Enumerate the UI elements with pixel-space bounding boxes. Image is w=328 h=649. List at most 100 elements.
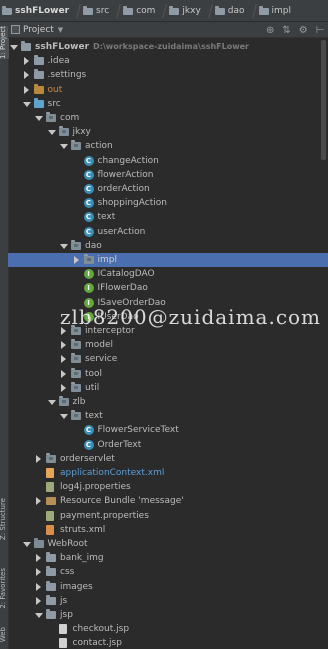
folder-icon [214,5,225,15]
tree-item-text: changeAction [97,155,159,166]
tree-item-text: jsp [60,610,73,620]
collapse-arrow-icon[interactable] [73,256,79,264]
collapse-arrow-icon[interactable] [61,341,66,350]
tree-row[interactable]: log4j.properties [8,480,328,494]
expand-arrow-icon[interactable] [60,243,68,249]
tree-row[interactable]: WebRoot [8,537,328,551]
expand-arrow-icon[interactable] [47,130,56,136]
collapse-arrow-icon[interactable] [36,554,41,563]
tree-row[interactable]: impl [8,253,328,267]
tree-row[interactable]: CshoppingAction [8,196,328,210]
tree-row[interactable]: applicationContext.xml [8,466,328,480]
tree-row[interactable]: orderservlet [8,452,328,466]
tree-item-label: text [98,210,116,224]
collapse-arrow-icon[interactable] [36,568,41,577]
tree-row[interactable]: jkxy [8,125,328,139]
tree-item-text: contact.jsp [72,638,122,649]
expand-arrow-icon[interactable] [35,613,43,618]
tree-row[interactable]: jsp [8,608,328,622]
expand-arrow-icon[interactable] [35,116,43,121]
project-view-title[interactable]: Project [23,25,54,35]
collapse-arrow-icon[interactable] [61,327,66,335]
tree-row[interactable]: bank_img [8,551,328,565]
tree-scrollbar[interactable] [321,40,326,160]
tree-item-text: src [47,98,61,109]
tree-row[interactable]: CuserAction [8,225,328,239]
breadcrumb-item[interactable]: jkxy [169,5,201,16]
tree-row[interactable]: I IFlowerDao [8,281,328,295]
tree-row[interactable]: out [8,83,328,97]
collapse-arrow-icon[interactable] [36,596,41,605]
class-icon: C [83,226,94,237]
tree-item-label: changeAction [98,154,159,168]
collapse-arrow-icon[interactable] [61,383,66,392]
tree-row[interactable]: com [8,111,328,125]
tree-row[interactable]: text [8,409,328,423]
tree-row[interactable]: util [8,381,328,395]
collapse-arrow-icon[interactable] [36,497,41,506]
tree-row[interactable]: zlb [8,395,328,409]
breadcrumb-item[interactable]: com [123,5,155,16]
settings-icon[interactable]: ⇅ [282,25,290,36]
tree-row[interactable]: I ISaveOrderDao [8,296,328,310]
tree-row[interactable]: struts.xml [8,523,328,537]
expand-arrow-icon[interactable] [22,542,31,547]
tree-row[interactable]: model [8,338,328,352]
tree-row[interactable]: CflowerAction [8,168,328,182]
breadcrumb-item[interactable]: impl [258,5,291,16]
view-dropdown-icon[interactable]: ▼ [58,26,63,34]
tree-row[interactable]: .settings [8,68,328,82]
tree-row[interactable]: CorderAction [8,182,328,196]
tree-row[interactable]: sshFLower D:\workspace-zuidaima\sshFLower [8,40,328,54]
expand-arrow-icon[interactable] [60,144,68,150]
tree-row[interactable]: Ctext [8,210,328,224]
breadcrumb-item[interactable]: src [83,5,109,16]
hide-icon[interactable]: ⊢ [316,25,325,36]
gear-icon[interactable]: ⚙ [299,25,308,36]
project-tree[interactable]: sshFLower D:\workspace-zuidaima\sshFLower… [8,38,328,649]
tree-row[interactable]: contact.jsp [8,636,328,649]
interface-icon: I [83,297,94,308]
tree-item-label: ICatalogDAO [98,267,155,281]
tree-item-label: shoppingAction [98,196,167,210]
breadcrumb-item[interactable]: sshFLower [2,5,69,16]
collapse-arrow-icon[interactable] [23,57,29,66]
package-icon [71,353,81,364]
tree-row[interactable]: interceptor [8,324,328,338]
expand-arrow-icon[interactable] [60,414,68,420]
tree-row[interactable]: I ICatalogDAO [8,267,328,281]
collapse-arrow-icon[interactable] [23,71,29,80]
tree-row[interactable]: checkout.jsp [8,622,328,636]
collapse-arrow-icon[interactable] [23,85,29,94]
expand-arrow-icon[interactable] [47,400,56,405]
tree-item-text: .idea [47,56,70,67]
tree-row[interactable]: js [8,594,328,608]
tree-row[interactable]: C FlowerServiceText [8,423,328,437]
tree-row[interactable]: I IUserDao [8,310,328,324]
tree-row[interactable]: .idea [8,54,328,68]
tree-row[interactable]: dao [8,239,328,253]
collapse-arrow-icon[interactable] [61,369,66,378]
expand-arrow-icon[interactable] [22,101,31,107]
target-icon[interactable]: ⊕ [266,25,274,36]
expand-arrow-icon[interactable] [10,45,18,50]
tree-row[interactable]: images [8,580,328,594]
tree-row[interactable]: css [8,565,328,579]
tree-row[interactable]: tool [8,367,328,381]
xml-file-icon [46,468,54,478]
collapse-arrow-icon[interactable] [36,454,41,463]
tree-row[interactable]: C OrderText [8,438,328,452]
folder-icon [33,538,44,548]
tree-item-text: .settings [47,70,87,81]
tree-row[interactable]: service [8,352,328,366]
breadcrumb-item[interactable]: dao [214,5,245,16]
tree-row[interactable]: payment.properties [8,509,328,523]
tree-row[interactable]: CchangeAction [8,154,328,168]
tree-row[interactable]: action [8,139,328,153]
tree-row[interactable]: src [8,97,328,111]
class-icon: C [83,184,94,194]
collapse-arrow-icon[interactable] [36,582,41,591]
tree-row[interactable]: Resource Bundle 'message' [8,494,328,508]
collapse-arrow-icon[interactable] [61,355,66,364]
tree-item-label: FlowerServiceText [98,423,179,437]
